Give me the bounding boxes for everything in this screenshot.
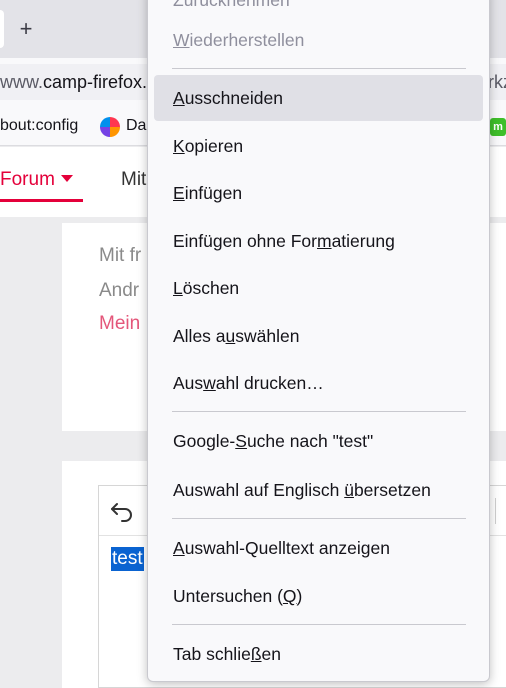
access-key: E (173, 183, 185, 203)
menu-text: ) (296, 586, 303, 606)
menu-text: swählen (235, 326, 300, 346)
caret-down-icon (60, 175, 73, 182)
menu-text: Untersuchen ( (173, 586, 283, 606)
menu-item-select-all[interactable]: Alles auswählen (154, 313, 483, 359)
menu-text: Tab schlie (173, 644, 251, 664)
menu-item-cut[interactable]: Ausschneiden (154, 75, 483, 121)
access-key: W (173, 30, 190, 50)
access-key: Q (282, 586, 297, 606)
menu-item-close-tab[interactable]: Tab schließen (154, 631, 483, 677)
url-tail: rkz (488, 72, 506, 92)
signature-link[interactable]: Mein (99, 313, 140, 335)
firefox-favicon-icon (100, 117, 120, 137)
menu-text: ahl drucken… (215, 373, 324, 393)
menu-text: öschen (182, 278, 240, 298)
active-tab-edge[interactable] (0, 10, 4, 48)
menu-item-translate[interactable]: Auswahl auf Englisch übersetzen (154, 467, 483, 513)
access-key: u (225, 326, 236, 346)
access-key: A (173, 88, 185, 108)
menu-separator (172, 68, 466, 69)
access-key: L (173, 278, 183, 298)
menu-text: iederherstellen (189, 30, 305, 50)
access-key: m (317, 231, 332, 251)
menu-separator (172, 411, 466, 412)
bookmark-da[interactable]: Da (126, 106, 146, 145)
nav-forum[interactable]: Forum (0, 169, 73, 191)
extension-icon[interactable]: m (490, 118, 506, 136)
menu-text: Aus (173, 373, 204, 393)
access-key: A (173, 538, 185, 558)
access-key: ß (250, 644, 262, 664)
menu-item-view-source[interactable]: Auswahl-Quelltext anzeigen (154, 525, 483, 571)
toolbar-separator (495, 498, 496, 524)
menu-text: Google- (173, 431, 236, 451)
menu-text: opieren (184, 136, 244, 156)
signature-line: Andr (99, 280, 140, 301)
nav-mit[interactable]: Mit (121, 169, 146, 191)
menu-item-restore: Wiederherstellen (154, 17, 483, 63)
menu-text: en (261, 644, 281, 664)
access-key: w (203, 373, 216, 393)
nav-active-indicator (0, 199, 83, 202)
signature-line: Mit fr (99, 245, 142, 266)
menu-text: Alles a (173, 326, 226, 346)
bookmark-about-config[interactable]: bout:config (0, 106, 78, 145)
access-key: ü (344, 480, 354, 500)
menu-item-delete[interactable]: Löschen (154, 265, 483, 311)
menu-item-google-search[interactable]: Google-Suche nach "test" (154, 418, 483, 464)
menu-text: atierung (331, 231, 395, 251)
menu-separator (172, 624, 466, 625)
menu-text: usschneiden (184, 88, 283, 108)
selected-text[interactable]: test (111, 547, 144, 571)
menu-text: uche nach "test" (246, 431, 374, 451)
menu-item-copy[interactable]: Kopieren (154, 123, 483, 169)
access-key: S (235, 431, 247, 451)
menu-text: Einfügen ohne For (173, 231, 317, 251)
menu-text: uswahl-Quelltext anzeigen (184, 538, 390, 558)
menu-text: Auswahl auf Englisch (173, 480, 345, 500)
menu-item-print-selection[interactable]: Auswahl drucken… (154, 360, 483, 406)
nav-forum-label: Forum (0, 169, 55, 190)
context-menu: Zurücknehmen Wiederherstellen Ausschneid… (147, 0, 490, 682)
menu-item-paste[interactable]: Einfügen (154, 170, 483, 216)
menu-text: bersetzen (353, 480, 431, 500)
menu-item-inspect[interactable]: Untersuchen (Q) (154, 573, 483, 619)
menu-text: infügen (184, 183, 243, 203)
menu-separator (172, 518, 466, 519)
menu-item-paste-plain[interactable]: Einfügen ohne Formatierung (154, 218, 483, 264)
url-domain: camp-firefox. (43, 72, 148, 92)
new-tab-button[interactable]: + (12, 16, 40, 44)
access-key: K (173, 136, 185, 156)
undo-icon[interactable] (109, 498, 135, 524)
url-prefix: www. (0, 72, 44, 92)
